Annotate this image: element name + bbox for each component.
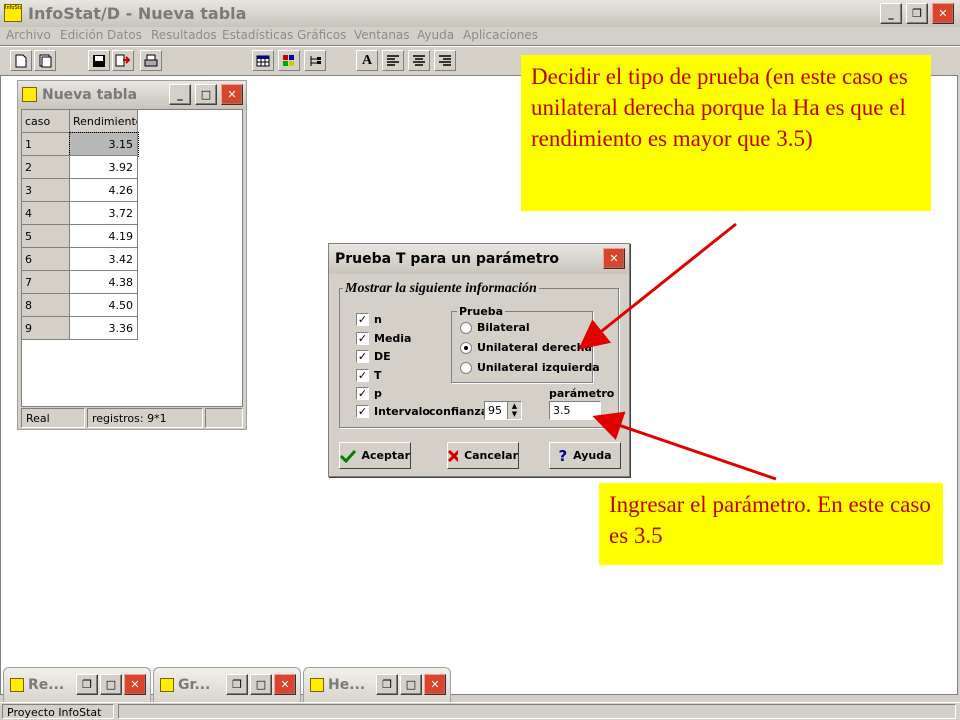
- tools-title: He...: [328, 677, 366, 693]
- tools-restore-button[interactable]: ❐: [376, 674, 398, 695]
- tools-maximize-button[interactable]: □: [400, 674, 422, 695]
- results-maximize-button[interactable]: □: [100, 674, 122, 695]
- annotation-arrows: [578, 222, 777, 481]
- project-label: Proyecto InfoStat: [2, 704, 114, 719]
- minimized-window-tools[interactable]: He... ❐ □ ✕: [303, 667, 451, 703]
- arrow-to-param: [592, 411, 777, 481]
- graphs-close-button[interactable]: ✕: [274, 674, 296, 695]
- minimized-window-graphs[interactable]: Gr... ❐ □ ✕: [153, 667, 301, 703]
- status-panel: [118, 704, 956, 719]
- results-title: Re...: [28, 677, 65, 693]
- minimized-window-results[interactable]: Re... ❐ □ ✕: [3, 667, 151, 703]
- graphs-restore-button[interactable]: ❐: [226, 674, 248, 695]
- project-status-bar: Proyecto InfoStat: [0, 702, 960, 720]
- tools-close-button[interactable]: ✕: [424, 674, 446, 695]
- results-logo-icon: [10, 678, 24, 692]
- graphs-title: Gr...: [178, 677, 211, 693]
- graphs-logo-icon: [160, 678, 174, 692]
- arrow-to-radio: [578, 222, 737, 350]
- results-restore-button[interactable]: ❐: [76, 674, 98, 695]
- graphs-maximize-button[interactable]: □: [250, 674, 272, 695]
- results-close-button[interactable]: ✕: [124, 674, 146, 695]
- tools-logo-icon: [310, 678, 324, 692]
